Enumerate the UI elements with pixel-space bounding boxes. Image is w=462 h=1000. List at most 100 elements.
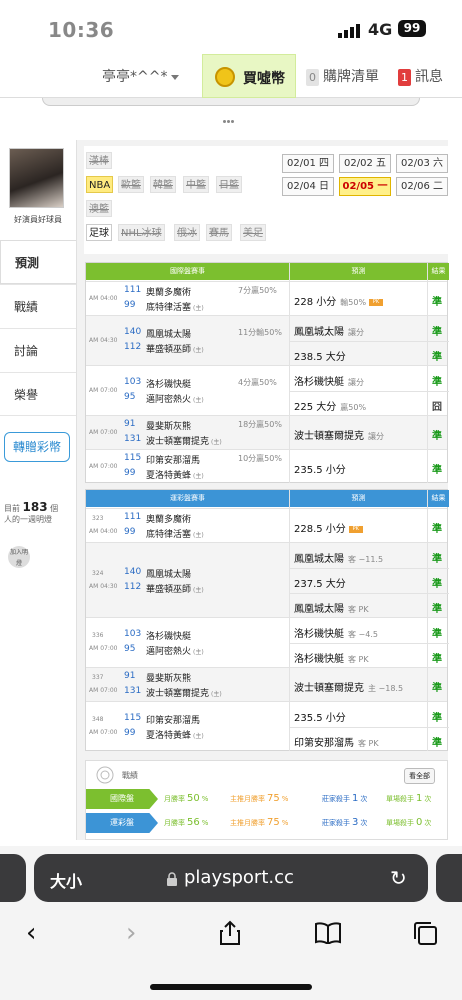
cart-link[interactable]: 0 購牌清單 [306,66,379,86]
team-number: 131 [124,686,142,696]
avatar[interactable] [9,148,64,208]
sport-chip[interactable]: 日籃 [216,176,242,193]
prediction-pick[interactable]: 225 大分 贏50% [294,398,366,413]
game-time: AM 04:30 [89,337,118,344]
banner-slider[interactable] [42,98,420,106]
prediction-pick[interactable]: 鳳凰城太陽 讓分 [294,323,364,338]
date-tab[interactable]: 02/06 二 [396,177,448,196]
prediction-pick[interactable]: 238.5 大分 [294,348,346,363]
table-row: AM 04:00 111 奧蘭多魔術 99 底特律活塞 (主) 7分贏50% 228 小分 輸5… [86,281,447,315]
user-menu[interactable]: 亭亭*^^* [102,66,180,86]
pick-note: 客 PK [348,604,369,614]
prediction-pick[interactable]: 洛杉磯快艇客 −4.5 [294,625,378,640]
prediction-pick[interactable]: 鳳凰城太陽客 PK [294,600,369,615]
result-mark: 準 [432,351,442,363]
stat-value: 月勝率 50% [164,793,209,804]
sport-chip[interactable]: 漢棒 [86,152,112,169]
coin-icon [215,67,235,87]
sport-chip[interactable]: 賽馬 [206,224,232,241]
prediction-pick[interactable]: 鳳凰城太陽客 −11.5 [294,550,383,565]
sport-chip[interactable]: 足球 [86,224,112,241]
pick-note: 主 −18.5 [368,684,404,693]
sport-chip[interactable]: 美足 [240,224,266,241]
table-row: 337 AM 07:00 91 曼斐斯灰熊 131 波士頓塞爾提克 (主) 波士頓塞爾提克主 … [86,667,447,701]
messages-link[interactable]: 1 訊息 [398,66,443,86]
home-marker: (主) [211,439,222,446]
sport-chip[interactable]: 中籃 [183,176,209,193]
tabs-icon[interactable] [412,920,438,946]
next-tab-peek[interactable] [436,854,462,902]
sport-chip[interactable]: 歐籃 [118,176,144,193]
pick-note: 客 −11.5 [348,554,384,564]
prediction-pick[interactable]: 235.5 小分 [294,709,346,724]
sidebar-item-predict[interactable]: 預測 [0,240,76,284]
prediction-pick[interactable]: 235.5 小分 [294,461,346,476]
stat-value: 莊家殺手 1 次 [322,793,368,804]
buy-coins-button[interactable]: 買噓幣 [202,54,296,98]
bookmarks-icon[interactable] [314,922,342,944]
sport-chip[interactable]: 澳籃 [86,200,112,217]
reload-icon[interactable]: ↻ [390,866,407,890]
result-mark: 準 [432,683,442,694]
sport-chip[interactable]: NHL冰球 [118,224,165,241]
date-tab[interactable]: 02/03 六 [396,154,448,173]
sport-chip[interactable]: 俄冰 [174,224,200,241]
team-name: 夏洛特黃蜂 (主) [146,471,204,481]
share-icon[interactable] [218,920,242,946]
sidebar-item-record[interactable]: 戰績 [0,284,76,328]
home-marker: (主) [193,473,204,480]
table-row: 336 AM 07:00 103 洛杉磯快艇 95 邁阿密熱火 (主) 洛杉磯快艇客 −4.5… [86,617,449,667]
add-light-button[interactable]: 加入明燈 [8,546,30,568]
pick-note: 讓分 [348,377,364,387]
team-name: 曼斐斯灰熊 [146,674,192,684]
team-name: 底特律活塞 (主) [146,530,204,540]
text-size-button[interactable]: 大小 [50,868,82,892]
game-time: AM 07:00 [89,429,118,436]
forward-icon[interactable]: › [126,918,136,948]
transfer-coins-button[interactable]: 轉贈彩幣 [4,432,70,462]
game-code: 337 [92,674,104,681]
prediction-pick[interactable]: 洛杉磯快艇客 PK [294,650,369,665]
prediction-pick[interactable]: 波士頓塞爾提克 讓分 [294,427,384,442]
sidebar-item-honor[interactable]: 榮譽 [0,372,76,416]
date-tab[interactable]: 02/02 五 [339,154,391,173]
team-name: 波士頓塞爾提克 (主) [146,689,222,699]
prediction-pick[interactable]: 228 小分 輸50% PK [294,293,384,308]
team-name: 鳳凰城太陽 [146,330,192,340]
team-number: 91 [124,419,136,429]
prev-tab-peek[interactable] [0,854,26,902]
sidebar-item-discuss[interactable]: 討論 [0,328,76,372]
date-tab[interactable]: 02/01 四 [282,154,334,173]
sport-chip[interactable]: 韓籃 [150,176,176,193]
date-tab-selected[interactable]: 02/05 一 [339,177,391,196]
address-bar[interactable]: 大小 playsport.cc ↻ [34,854,428,902]
message-count-badge: 1 [398,69,411,86]
pick-note: 贏50% [340,402,367,412]
game-time: AM 07:00 [89,687,118,694]
team-name: 邁阿密熱火 (主) [146,647,204,657]
header-games: 國際盤賽事 [86,263,289,280]
prediction-pick[interactable]: 波士頓塞爾提克主 −18.5 [294,679,403,694]
date-tab[interactable]: 02/04 日 [282,177,334,196]
team-number: 112 [124,342,142,352]
view-all-button[interactable]: 看全部 [404,768,435,784]
battery-icon: 99 [398,20,426,37]
game-time: AM 07:00 [89,463,118,470]
stats-row-label: 運彩盤 [86,813,158,833]
prediction-pick[interactable]: 洛杉磯快艇 讓分 [294,373,364,388]
prediction-pick[interactable]: 237.5 大分 [294,575,346,590]
prediction-pick[interactable]: 228.5 小分 PK [294,520,363,535]
prediction-pick[interactable]: 印第安那溜馬客 PK [294,734,379,749]
team-number: 91 [124,671,136,681]
back-icon[interactable]: ‹ [26,918,36,948]
handicap-rate: 7分贏50% [238,286,277,295]
result-mark: 準 [432,712,442,724]
result-mark: 準 [432,465,442,476]
home-marker: (主) [193,649,204,656]
result-mark: 準 [432,376,442,388]
stats-title: 戰績 [122,771,138,780]
result-mark: 準 [432,628,442,640]
table-header: 運彩盤賽事 預測 結果 [86,490,449,507]
team-name: 鳳凰城太陽 [146,569,192,580]
sport-chip-nba[interactable]: NBA [86,176,114,193]
